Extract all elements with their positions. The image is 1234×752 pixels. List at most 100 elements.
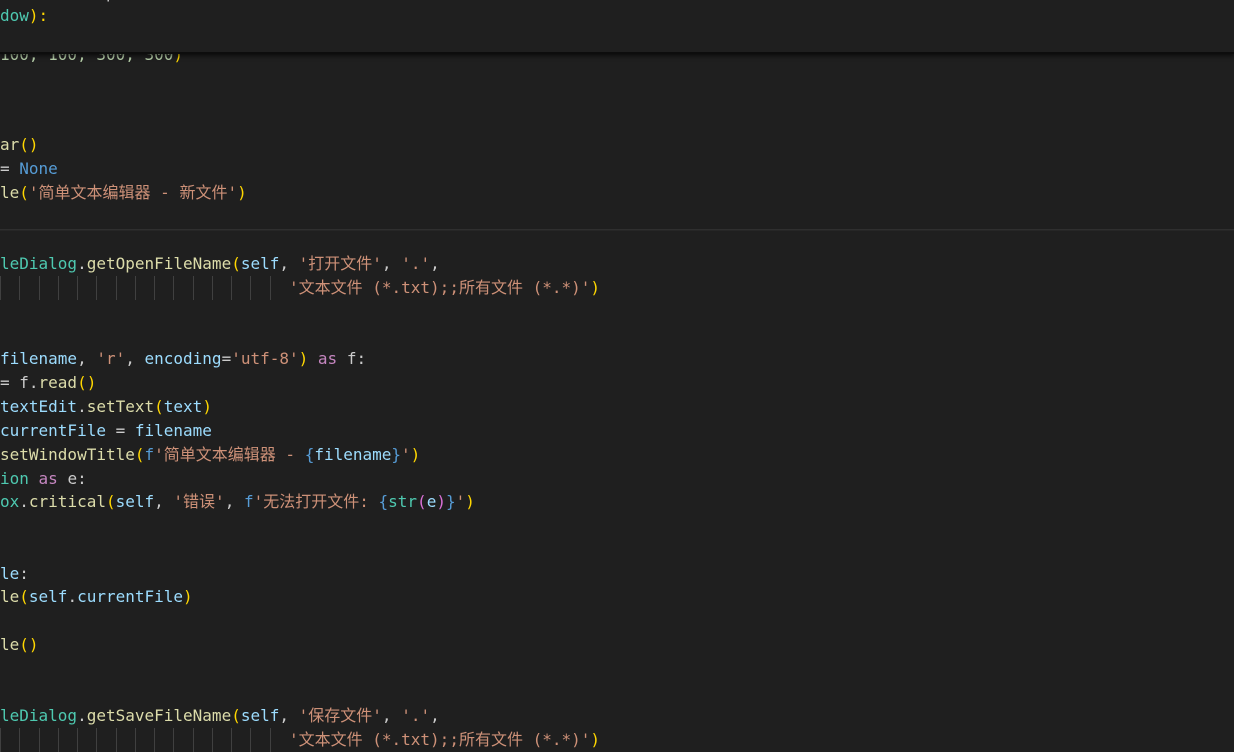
code-token: ) [237, 183, 247, 202]
code-token: } [391, 445, 402, 464]
sticky-scroll-header[interactable]: os, QMainWip dow): [0, 0, 1234, 54]
code-token: ( [134, 445, 145, 464]
code-token: leDialog [0, 706, 78, 725]
code-token: = [0, 159, 20, 178]
code-token: ( [105, 492, 116, 511]
code-token: , [279, 706, 299, 725]
code-line[interactable]: currentFile = filename [0, 419, 212, 443]
code-token: { [378, 492, 389, 511]
code-token: e [426, 492, 437, 511]
code-token: ) [410, 445, 421, 464]
code-token: le [0, 183, 20, 202]
code-token: le [0, 587, 20, 606]
code-token: ) [183, 587, 193, 606]
code-line[interactable]: '文本文件 (*.txt);;所有文件 (*.*)') [0, 728, 600, 752]
code-token: read [38, 373, 78, 392]
code-line[interactable]: = None [0, 157, 58, 181]
code-token: . [77, 397, 87, 416]
code-line[interactable]: '文本文件 (*.txt);;所有文件 (*.*)') [0, 276, 600, 300]
code-token: ion [0, 469, 29, 488]
code-line[interactable]: = f.read() [0, 371, 96, 395]
code-token: , [125, 349, 145, 368]
code-token: encoding [144, 349, 222, 368]
code-token: '无法打开文件: [253, 492, 379, 511]
code-token: as [38, 469, 58, 488]
code-token: None [19, 159, 58, 178]
code-token: = [105, 421, 135, 440]
code-line[interactable]: textEdit.setText(text) [0, 395, 212, 419]
code-token: , [381, 254, 402, 273]
code-token: () [77, 373, 97, 392]
code-token: ( [417, 492, 427, 511]
code-token: filename [0, 349, 78, 368]
code-token: e: [57, 469, 87, 488]
code-line[interactable]: ar() [0, 133, 39, 157]
code-token: dow [0, 6, 29, 25]
code-token: '简单文本编辑器 - [154, 445, 305, 464]
code-token: '文本文件 (*.txt);;所有文件 (*.*)' [288, 730, 591, 749]
code-token: , [279, 254, 299, 273]
code-line[interactable]: le: [0, 562, 29, 586]
code-token: '保存文件' [298, 706, 382, 725]
code-token: ox [0, 492, 20, 511]
code-line[interactable]: filename, 'r', encoding='utf-8') as f: [0, 347, 366, 371]
code-token: p [106, 0, 116, 2]
code-token: textEdit [0, 397, 78, 416]
code-token: , [154, 492, 174, 511]
code-token: filename [134, 421, 212, 440]
code-token: ( [231, 706, 241, 725]
code-token: , [77, 349, 97, 368]
code-token: , [381, 706, 402, 725]
code-editor[interactable]: os, QMainWip dow): 100, 100, 300, 300)ar… [0, 0, 1234, 752]
code-token: setWindowTitle [0, 445, 135, 464]
code-token: getSaveFileName [86, 706, 232, 725]
code-token: () [19, 135, 39, 154]
code-token: ): [28, 6, 49, 25]
code-token: , [19, 0, 38, 2]
code-token: , [224, 492, 244, 511]
code-token: o [0, 0, 10, 2]
code-token: ) [465, 492, 475, 511]
code-token: . [67, 587, 78, 606]
code-token: = f. [0, 373, 39, 392]
code-token: ( [19, 183, 29, 202]
code-token: '文本文件 (*.txt);;所有文件 (*.*)' [288, 278, 591, 297]
code-token: 'r' [96, 349, 126, 368]
code-token: '简单文本编辑器 - 新文件' [28, 183, 238, 202]
code-token: } [445, 492, 456, 511]
code-token: le [0, 564, 20, 583]
code-token: s [10, 0, 20, 2]
code-token: ) [436, 492, 446, 511]
code-token: ( [231, 254, 241, 273]
code-line[interactable]: setWindowTitle(f'简单文本编辑器 - {filename}') [0, 443, 420, 467]
section-divider [0, 229, 1234, 230]
code-token: , [430, 254, 440, 273]
code-token: '.' [401, 254, 431, 273]
code-line[interactable]: le(self.currentFile) [0, 585, 193, 609]
sticky-line-1[interactable]: dow): [0, 4, 48, 28]
code-token: '.' [401, 706, 431, 725]
code-token: ) [590, 278, 601, 297]
code-token: ' [455, 492, 466, 511]
code-token: currentFile [0, 421, 106, 440]
code-line[interactable]: ion as e: [0, 467, 87, 491]
code-token: critical [28, 492, 106, 511]
code-token: setText [86, 397, 155, 416]
code-token: ) [590, 730, 601, 749]
code-token: . [77, 254, 87, 273]
code-token: : [19, 564, 29, 583]
code-token: 'utf-8' [231, 349, 299, 368]
code-line[interactable]: ox.critical(self, '错误', f'无法打开文件: {str(e… [0, 490, 475, 514]
code-token: self [28, 587, 68, 606]
code-line[interactable]: leDialog.getSaveFileName(self, '保存文件', '… [0, 704, 440, 728]
code-token: QMainWi [39, 0, 106, 2]
code-line[interactable]: le('简单文本编辑器 - 新文件') [0, 181, 247, 205]
code-line[interactable]: le() [0, 633, 39, 657]
code-token: . [19, 492, 29, 511]
code-token: . [77, 706, 87, 725]
code-token: currentFile [77, 587, 184, 606]
code-line[interactable]: leDialog.getOpenFileName(self, '打开文件', '… [0, 252, 440, 276]
